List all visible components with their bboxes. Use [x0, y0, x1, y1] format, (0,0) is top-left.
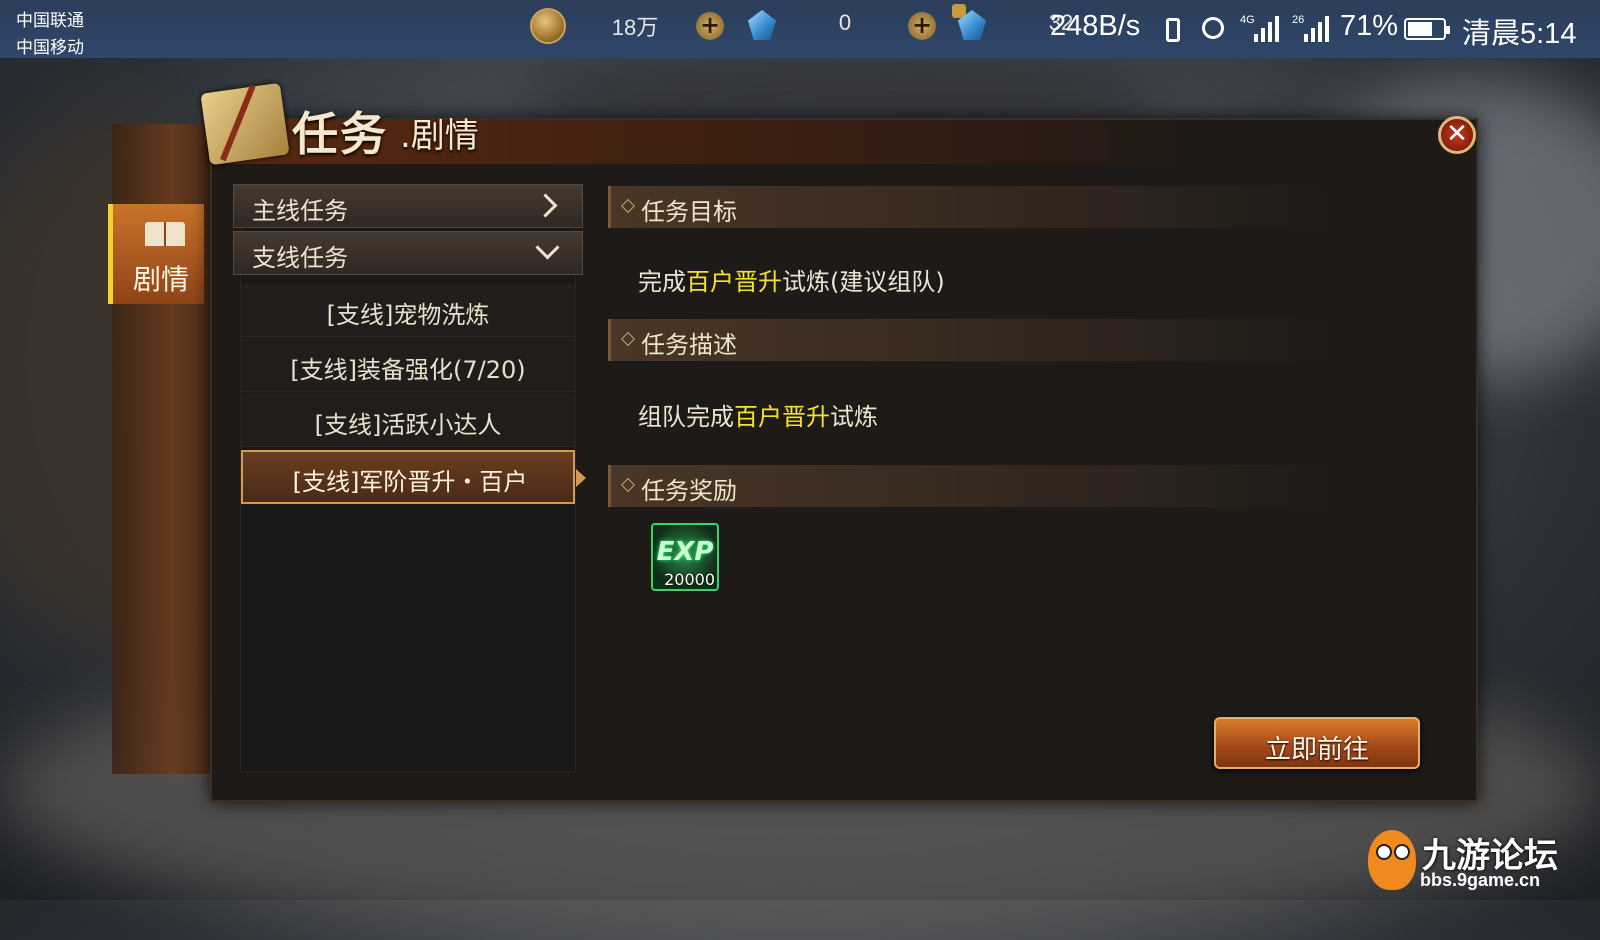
- dialog-title: 任务: [292, 107, 388, 161]
- section-title: 任务奖励: [641, 477, 737, 505]
- close-icon: ✕: [1446, 119, 1468, 149]
- alarm-icon: [1202, 17, 1224, 39]
- add-gem-button[interactable]: +: [908, 12, 936, 40]
- lock-icon: [952, 4, 966, 18]
- clock: 清晨5:14: [1462, 18, 1577, 50]
- go-now-button[interactable]: 立即前往: [1214, 717, 1420, 769]
- battery-percent: 71%: [1340, 10, 1399, 42]
- quest-item-label: [支线]活跃小达人: [314, 411, 502, 439]
- battery-level: [1408, 22, 1433, 36]
- diamond-icon: [620, 198, 636, 214]
- watermark-logo: 九游论坛 bbs.9game.cn: [1368, 826, 1588, 896]
- section-title: 任务描述: [641, 331, 737, 359]
- go-now-label: 立即前往: [1264, 735, 1369, 765]
- tab-story-label: 剧情: [132, 263, 189, 296]
- battery-icon: [1404, 18, 1450, 40]
- signal-icon: [1254, 14, 1279, 42]
- carrier-2: 中国移动: [16, 38, 84, 57]
- category-label: 主线任务: [252, 197, 348, 225]
- description-post: 试炼: [830, 403, 878, 431]
- quest-item-label: [支线]装备强化(7/20): [290, 356, 526, 384]
- vibrate-icon: [1166, 18, 1180, 42]
- signal-icon: [1304, 14, 1329, 42]
- tab-story[interactable]: 剧情: [108, 204, 204, 304]
- quest-item-label: [支线]军阶晋升・百户: [292, 468, 528, 496]
- diamond-icon: [620, 477, 636, 493]
- carrier-1: 中国联通: [16, 11, 84, 30]
- description-header: 任务描述: [608, 319, 1348, 361]
- gem-icon: [748, 10, 776, 40]
- category-main-quests[interactable]: 主线任务: [233, 184, 583, 228]
- quest-item-selected[interactable]: [支线]军阶晋升・百户: [241, 450, 575, 504]
- description-highlight: 百户晋升: [734, 403, 830, 431]
- watermark-url: bbs.9game.cn: [1420, 870, 1541, 890]
- selection-arrow-icon: [576, 469, 586, 487]
- description-pre: 组队完成: [638, 403, 734, 431]
- signal-2-tag: 26: [1292, 14, 1305, 26]
- chevron-right-icon: [533, 193, 558, 218]
- gem-amount: 0: [838, 10, 852, 35]
- chevron-down-icon: [535, 235, 560, 260]
- quest-item[interactable]: [支线]宠物洗炼: [241, 283, 575, 337]
- diamond-icon: [620, 331, 636, 347]
- exp-label: EXP: [656, 537, 714, 567]
- objective-highlight: 百户晋升: [686, 268, 782, 296]
- exp-amount: 20000: [664, 570, 715, 589]
- signal-1-tag: 4G: [1240, 14, 1255, 26]
- quest-item[interactable]: [支线]活跃小达人: [241, 393, 575, 447]
- category-label: 支线任务: [252, 244, 348, 272]
- reward-header: 任务奖励: [608, 465, 1348, 507]
- section-title: 任务目标: [641, 198, 737, 226]
- coin-icon: [530, 8, 566, 44]
- objective-post: 试炼(建议组队): [782, 268, 945, 296]
- dialog-subtitle: .剧情: [400, 116, 479, 156]
- category-side-quests[interactable]: 支线任务: [233, 231, 583, 275]
- objective-text: 完成百户晋升试炼(建议组队): [638, 262, 945, 297]
- add-gold-button[interactable]: +: [696, 12, 724, 40]
- quest-item-label: [支线]宠物洗炼: [326, 301, 490, 329]
- status-bar: 中国联通 中国移动 18万 + 0 + 32 248B/s 4G 26 71% …: [0, 0, 1600, 58]
- mascot-icon: [1368, 830, 1416, 890]
- close-button[interactable]: ✕: [1438, 116, 1476, 154]
- quest-scroll-icon: [200, 82, 290, 166]
- net-speed: 248B/s: [1050, 10, 1141, 42]
- objective-header: 任务目标: [608, 186, 1348, 228]
- exp-reward-icon[interactable]: EXP 20000: [651, 523, 719, 591]
- objective-pre: 完成: [638, 268, 686, 296]
- description-text: 组队完成百户晋升试炼: [638, 397, 878, 432]
- book-icon: [145, 222, 185, 246]
- quest-item[interactable]: [支线]装备强化(7/20): [241, 338, 575, 392]
- gold-amount: 18万: [611, 15, 659, 40]
